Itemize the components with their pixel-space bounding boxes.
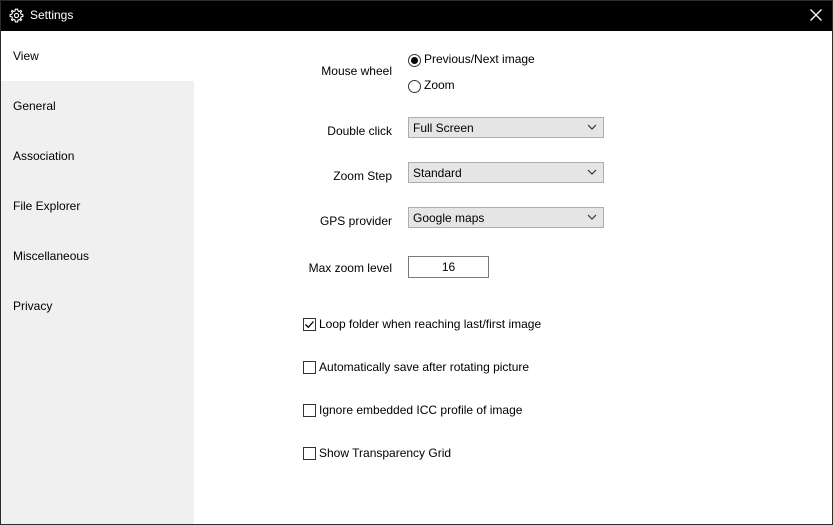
double-click-label: Double click bbox=[327, 124, 392, 138]
chevron-down-icon bbox=[587, 169, 597, 175]
gear-icon bbox=[9, 8, 24, 23]
sidebar-item-label: File Explorer bbox=[13, 199, 81, 213]
sidebar-item-general[interactable]: General bbox=[1, 81, 194, 131]
select-value: Full Screen bbox=[413, 121, 474, 135]
radio-label: Previous/Next image bbox=[424, 52, 535, 66]
radio-button[interactable] bbox=[408, 54, 421, 67]
checkbox-label: Loop folder when reaching last/first ima… bbox=[319, 317, 542, 331]
title-bar: Settings bbox=[0, 0, 833, 31]
double-click-select[interactable]: Full Screen bbox=[408, 117, 604, 138]
checkbox-label: Automatically save after rotating pictur… bbox=[319, 360, 530, 374]
checkbox[interactable] bbox=[303, 447, 316, 460]
window-title: Settings bbox=[30, 8, 74, 22]
settings-sidebar: View General Association File Explorer M… bbox=[1, 31, 194, 524]
sidebar-item-miscellaneous[interactable]: Miscellaneous bbox=[1, 231, 194, 281]
sidebar-item-view[interactable]: View bbox=[1, 31, 194, 81]
chevron-down-icon bbox=[587, 124, 597, 130]
chevron-down-icon bbox=[587, 214, 597, 220]
select-value: Standard bbox=[413, 166, 462, 180]
select-value: Google maps bbox=[413, 211, 485, 225]
checkbox-label: Show Transparency Grid bbox=[319, 446, 452, 460]
sidebar-item-file-explorer[interactable]: File Explorer bbox=[1, 181, 194, 231]
sidebar-item-label: View bbox=[13, 49, 39, 63]
close-icon bbox=[810, 9, 822, 21]
checkbox[interactable] bbox=[303, 318, 316, 331]
gps-provider-select[interactable]: Google maps bbox=[408, 207, 604, 228]
max-zoom-level-label: Max zoom level bbox=[308, 261, 392, 275]
checkbox-label: Ignore embedded ICC profile of image bbox=[319, 403, 523, 417]
max-zoom-level-input[interactable]: 16 bbox=[408, 256, 489, 278]
sidebar-item-label: Miscellaneous bbox=[13, 249, 90, 263]
gps-provider-label: GPS provider bbox=[319, 214, 392, 228]
sidebar-item-privacy[interactable]: Privacy bbox=[1, 281, 194, 331]
sidebar-item-association[interactable]: Association bbox=[1, 131, 194, 181]
checkbox[interactable] bbox=[303, 404, 316, 417]
checkmark-icon bbox=[305, 321, 314, 329]
zoom-step-label: Zoom Step bbox=[333, 169, 392, 183]
sidebar-item-label: General bbox=[13, 99, 56, 113]
mouse-wheel-label: Mouse wheel bbox=[321, 64, 392, 78]
radio-button[interactable] bbox=[408, 80, 421, 93]
sidebar-item-label: Association bbox=[13, 149, 75, 163]
radio-label: Zoom bbox=[424, 78, 455, 92]
zoom-step-select[interactable]: Standard bbox=[408, 162, 604, 183]
close-button[interactable] bbox=[799, 0, 833, 31]
checkbox[interactable] bbox=[303, 361, 316, 374]
sidebar-item-label: Privacy bbox=[13, 299, 53, 313]
radio-selected-dot bbox=[411, 57, 418, 64]
